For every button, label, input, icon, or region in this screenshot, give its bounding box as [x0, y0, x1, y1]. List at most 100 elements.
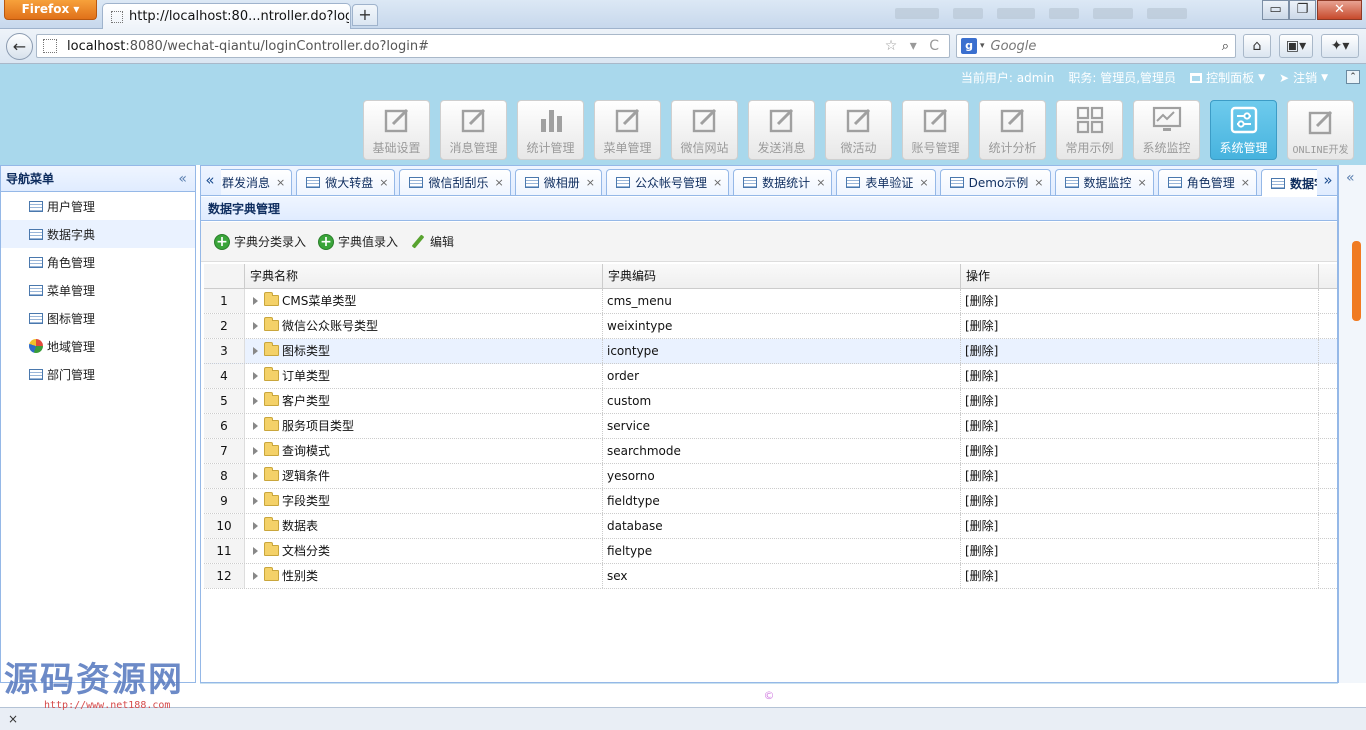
page-tab[interactable]: 微相册 ×	[514, 169, 602, 195]
sidebar-item[interactable]: 图标管理	[1, 304, 195, 332]
site-identity-icon[interactable]	[43, 39, 57, 53]
tabs-scroll-right-icon[interactable]: »	[1319, 166, 1337, 195]
expand-icon[interactable]	[253, 572, 258, 580]
module-button[interactable]: 账号管理	[902, 100, 969, 160]
module-button[interactable]: 消息管理	[440, 100, 507, 160]
delete-link[interactable]: [删除]	[961, 364, 1319, 388]
table-row[interactable]: 3 图标类型 icontype [删除]	[204, 339, 1337, 364]
page-tab[interactable]: 表单验证 ×	[836, 169, 936, 195]
control-panel-menu[interactable]: 控制面板 ▼	[1190, 69, 1265, 86]
window-close-button[interactable]: ✕	[1317, 0, 1362, 20]
sidebar-item[interactable]: 地域管理	[1, 332, 195, 360]
page-tab[interactable]: 数据统计 ×	[733, 169, 833, 195]
delete-link[interactable]: [删除]	[961, 464, 1319, 488]
back-button[interactable]: ←	[6, 33, 33, 60]
chevron-down-icon[interactable]: ▾	[980, 41, 985, 51]
module-button[interactable]: 基础设置	[363, 100, 430, 160]
delete-link[interactable]: [删除]	[961, 439, 1319, 463]
page-scrollbar[interactable]	[1352, 241, 1361, 321]
table-row[interactable]: 10 数据表 database [删除]	[204, 514, 1337, 539]
module-button[interactable]: 统计分析	[979, 100, 1046, 160]
expand-icon[interactable]	[253, 372, 258, 380]
module-button[interactable]: 发送消息	[748, 100, 815, 160]
url-bar[interactable]: localhost:8080/wechat-qiantu/loginContro…	[36, 34, 950, 58]
delete-link[interactable]: [删除]	[961, 389, 1319, 413]
module-button[interactable]: 系统监控	[1133, 100, 1200, 160]
close-icon[interactable]: ×	[816, 176, 825, 189]
expand-icon[interactable]	[253, 547, 258, 555]
close-icon[interactable]: ×	[919, 176, 928, 189]
expand-icon[interactable]	[253, 347, 258, 355]
table-row[interactable]: 9 字段类型 fieldtype [删除]	[204, 489, 1337, 514]
sidebar-item[interactable]: 菜单管理	[1, 276, 195, 304]
expand-icon[interactable]	[253, 422, 258, 430]
close-icon[interactable]: ×	[1138, 176, 1147, 189]
page-tab[interactable]: 微大转盘 ×	[296, 169, 396, 195]
new-tab-button[interactable]: +	[352, 4, 378, 26]
delete-link[interactable]: [删除]	[961, 314, 1319, 338]
expand-icon[interactable]	[253, 322, 258, 330]
page-tab[interactable]: 数据监控 ×	[1054, 169, 1154, 195]
page-tab[interactable]: 角色管理 ×	[1157, 169, 1257, 195]
google-engine-icon[interactable]: g	[961, 38, 977, 54]
search-bar[interactable]: g ▾ Google ⌕	[956, 34, 1236, 58]
table-row[interactable]: 11 文档分类 fieltype [删除]	[204, 539, 1337, 564]
page-tab[interactable]: 微信刮刮乐 ×	[399, 169, 511, 195]
module-button[interactable]: 微信网站	[671, 100, 738, 160]
home-button[interactable]: ⌂	[1243, 34, 1271, 58]
sidebar-item[interactable]: 数据字典	[1, 220, 195, 248]
table-row[interactable]: 2 微信公众账号类型 weixintype [删除]	[204, 314, 1337, 339]
close-icon[interactable]: ×	[379, 176, 388, 189]
tabs-scroll-left-icon[interactable]: «	[201, 166, 219, 195]
add-value-button[interactable]: + 字典值录入	[318, 233, 398, 250]
search-icon[interactable]: ⌕	[1222, 39, 1229, 54]
bookmark-star-reload-icons[interactable]: ☆ ▾ C	[885, 38, 943, 54]
sidebar-item[interactable]: 部门管理	[1, 360, 195, 388]
expand-icon[interactable]	[253, 447, 258, 455]
table-row[interactable]: 7 查询模式 searchmode [删除]	[204, 439, 1337, 464]
page-tab[interactable]: 公众帐号管理 ×	[605, 169, 730, 195]
delete-link[interactable]: [删除]	[961, 339, 1319, 363]
module-button[interactable]: 微活动	[825, 100, 892, 160]
expand-icon[interactable]	[253, 472, 258, 480]
collapse-right-icon[interactable]: «	[1346, 170, 1355, 186]
column-header-operation[interactable]: 操作	[961, 264, 1319, 288]
column-header-name[interactable]: 字典名称	[245, 264, 603, 288]
edit-button[interactable]: 编辑	[410, 233, 454, 250]
close-icon[interactable]: ×	[1034, 176, 1043, 189]
delete-link[interactable]: [删除]	[961, 414, 1319, 438]
delete-link[interactable]: [删除]	[961, 489, 1319, 513]
page-tab[interactable]: Demo示例 ×	[939, 169, 1051, 195]
table-row[interactable]: 12 性别类 sex [删除]	[204, 564, 1337, 589]
module-button[interactable]: 菜单管理	[594, 100, 661, 160]
addons-button[interactable]: ✦▾	[1321, 34, 1359, 58]
window-maximize-button[interactable]: ❐	[1289, 0, 1316, 20]
delete-link[interactable]: [删除]	[961, 564, 1319, 588]
close-icon[interactable]: ×	[586, 176, 595, 189]
close-icon[interactable]: ×	[276, 176, 285, 189]
bookmarks-button[interactable]: ▣▾	[1279, 34, 1313, 58]
expand-icon[interactable]	[253, 297, 258, 305]
sidebar-item[interactable]: 用户管理	[1, 192, 195, 220]
delete-link[interactable]: [删除]	[961, 289, 1319, 313]
module-button[interactable]: 统计管理	[517, 100, 584, 160]
page-tab[interactable]: 数据字典×	[1260, 169, 1317, 196]
firefox-menu-button[interactable]: Firefox ▾	[4, 0, 97, 20]
close-icon[interactable]: ×	[1241, 176, 1250, 189]
expand-icon[interactable]	[253, 522, 258, 530]
browser-tab[interactable]: http://localhost:80...ntroller.do?login#	[102, 3, 351, 29]
expand-icon[interactable]	[253, 397, 258, 405]
table-row[interactable]: 5 客户类型 custom [删除]	[204, 389, 1337, 414]
expand-icon[interactable]	[253, 497, 258, 505]
module-button[interactable]: ONLINE开发	[1287, 100, 1354, 160]
add-category-button[interactable]: + 字典分类录入	[214, 233, 306, 250]
table-row[interactable]: 4 订单类型 order [删除]	[204, 364, 1337, 389]
table-row[interactable]: 8 逻辑条件 yesorno [删除]	[204, 464, 1337, 489]
module-button[interactable]: 系统管理	[1210, 100, 1277, 160]
table-row[interactable]: 1 CMS菜单类型 cms_menu [删除]	[204, 289, 1337, 314]
table-row[interactable]: 6 服务项目类型 service [删除]	[204, 414, 1337, 439]
header-collapse-button[interactable]: ⌃	[1346, 70, 1360, 84]
collapse-left-icon[interactable]: «	[178, 171, 187, 187]
delete-link[interactable]: [删除]	[961, 539, 1319, 563]
close-icon[interactable]: ×	[494, 176, 503, 189]
